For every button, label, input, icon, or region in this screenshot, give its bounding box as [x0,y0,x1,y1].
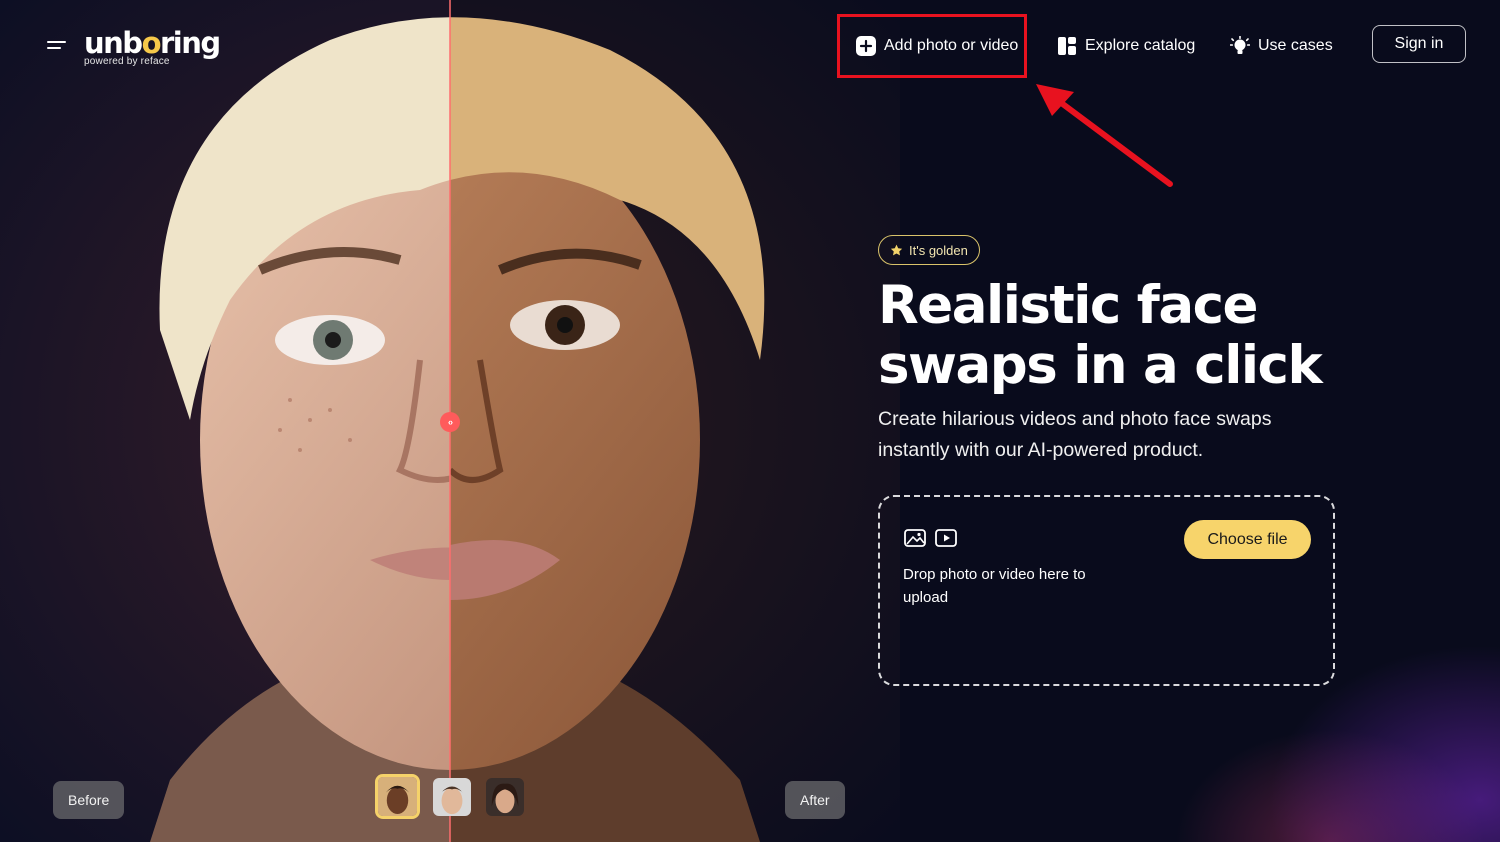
catalog-grid-icon [1058,37,1076,55]
nav-explore-label: Explore catalog [1085,37,1196,54]
logo-wordmark: unboring [84,26,221,60]
face-thumbnail-3[interactable] [484,776,526,818]
menu-icon[interactable] [47,39,67,51]
video-play-icon [935,529,957,547]
face-thumbnail-2[interactable] [431,776,473,818]
upload-dropzone[interactable]: Drop photo or video here to upload Choos… [878,495,1335,686]
hero-badge: It's golden [878,235,980,265]
nav-use-cases-label: Use cases [1258,37,1333,54]
annotation-highlight-box [837,14,1027,78]
upload-type-icons [904,529,957,547]
hero-badge-label: It's golden [909,242,968,258]
before-label: Before [53,781,125,819]
sign-in-button[interactable]: Sign in [1372,25,1466,63]
lightbulb-icon [1230,36,1250,54]
face-thumbnails [375,774,526,819]
image-icon [904,529,926,547]
choose-file-button[interactable]: Choose file [1184,520,1311,559]
before-photo [0,0,450,842]
nav-explore-catalog[interactable]: Explore catalog [1057,30,1195,62]
hero-subtitle: Create hilarious videos and photo face s… [878,408,1272,461]
after-face-image [450,0,900,842]
before-after-comparison[interactable]: ‹› Before After [0,0,900,842]
face-thumbnail-1[interactable] [375,774,420,819]
compare-slider-handle[interactable]: ‹› [440,412,460,432]
after-photo [450,0,900,842]
before-face-image [0,0,450,842]
upload-drop-text: Drop photo or video here to upload [903,566,1086,606]
logo[interactable]: unboring powered by reface [84,26,221,67]
star-icon [890,244,903,255]
after-label: After [785,781,845,819]
hero-title: Realistic face swaps in a click [878,275,1323,396]
annotation-arrow-icon [1036,84,1173,187]
hero-title-line-1: Realistic face [878,275,1258,336]
nav-use-cases[interactable]: Use cases [1230,30,1333,62]
hero-title-line-2: swaps in a click [878,335,1323,396]
